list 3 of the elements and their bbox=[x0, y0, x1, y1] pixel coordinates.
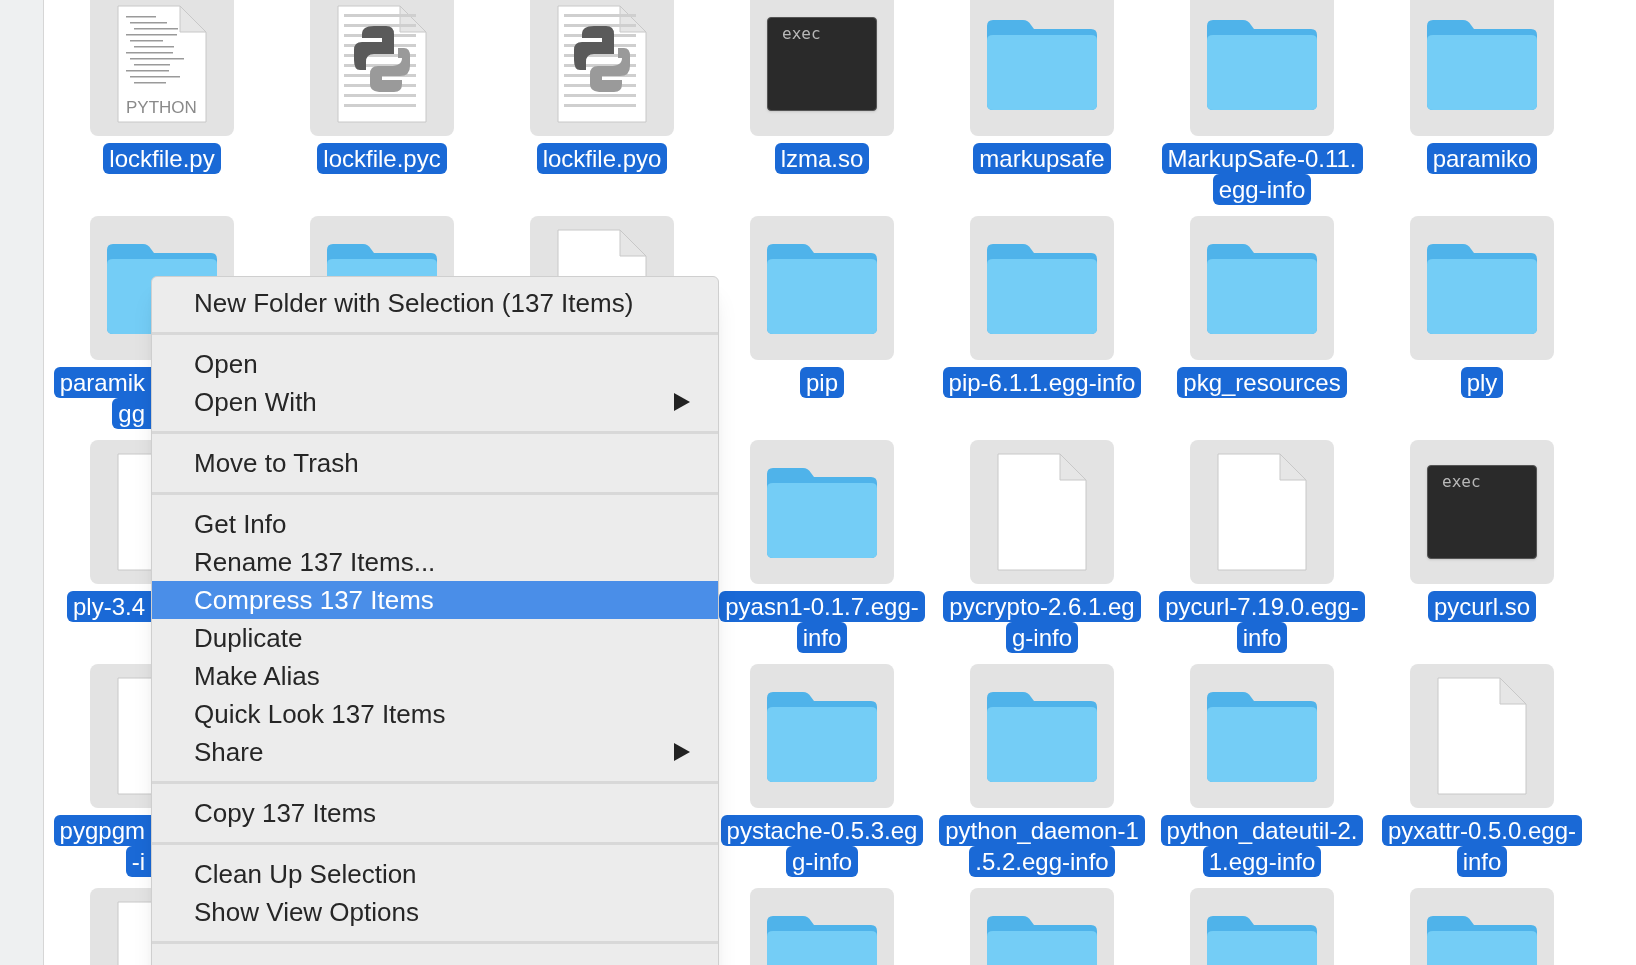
icon-label: PYTHON bbox=[126, 99, 197, 116]
icon-label: exec bbox=[1442, 474, 1481, 490]
icon-label: exec bbox=[782, 26, 821, 42]
